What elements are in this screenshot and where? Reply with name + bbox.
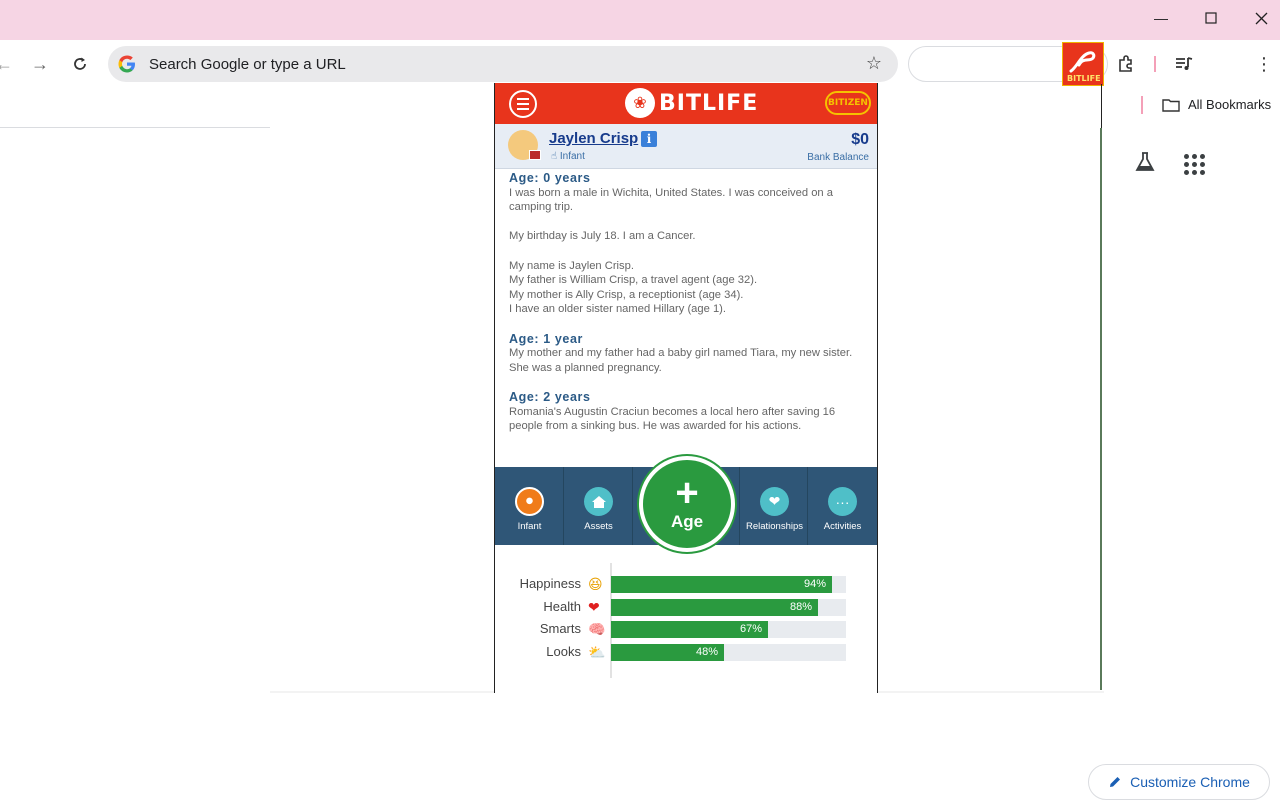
log-entry: Romania's Augustin Craciun becomes a loc… [509,405,836,433]
media-queue-icon[interactable] [1172,52,1196,76]
stat-label: Looks [546,643,581,659]
stat-emoji-icon: ⛅ [588,643,606,660]
log-age-heading: Age: 1 year [509,331,583,346]
nav-infant-button[interactable]: ⚫ Infant [495,467,564,545]
log-entry: My name is Jaylen Crisp. My father is Wi… [509,259,758,316]
all-bookmarks-button[interactable]: All Bookmarks [1162,97,1271,112]
stat-row-happiness: Happiness 😆 94% [495,573,877,595]
stat-percent: 48% [695,645,718,658]
log-age-heading: Age: 0 years [509,171,591,185]
plus-icon: + [675,471,699,515]
log-entry: My birthday is July 18. I am a Cancer. [509,230,696,243]
folder-icon [1162,98,1180,112]
reload-icon[interactable] [68,52,92,76]
age-button[interactable]: + Age [639,456,735,552]
customize-chrome-label: Customize Chrome [1130,774,1250,790]
log-spacer [509,244,865,259]
pencil-icon [1110,777,1121,787]
baby-icon: ⚫ [515,487,544,516]
house-icon [584,487,613,516]
age-button-label: Age [670,512,704,531]
bitlife-header: ❀ BITLIFE BITIZEN [495,83,877,124]
kebab-menu-icon[interactable]: ⋮ [1252,52,1276,76]
baby-avatar-icon [508,130,541,160]
panel-edge [1101,84,1102,128]
nav-relationships-label: Relationships [745,521,804,532]
bitlife-extension-label: BITLIFE [1067,74,1101,83]
log-spacer [509,215,865,230]
stats-panel: Happiness 😆 94% Health ❤ 88% Smarts 🧠 67% Looks ⛅ 4… [495,563,877,685]
log-entry: I was born a male in Wichita, United Sta… [509,186,833,214]
stat-emoji-icon: ❤ [588,598,600,615]
stat-bar-track: 67% [611,621,846,638]
bitlife-logo: ❀ BITLIFE [625,88,758,118]
bitizen-badge[interactable]: BITIZEN [825,91,871,115]
bookmarks-bar-divider [0,127,270,128]
extensions-puzzle-icon[interactable] [1114,52,1138,76]
bitlife-extension-icon[interactable]: BITLIFE [1062,42,1104,86]
nav-assets-label: Assets [584,521,613,532]
forward-icon[interactable]: → [28,52,52,76]
heart-icon: ❤ [760,487,789,516]
minimize-icon[interactable]: — [1138,0,1184,36]
stat-bar-fill: 88% [611,598,818,616]
bank-balance-label: Bank Balance [807,152,869,163]
stat-emoji-icon: 🧠 [588,621,606,637]
stat-emoji-icon: 😆 [588,576,603,592]
info-icon[interactable]: i [641,131,657,147]
stat-row-health: Health ❤ 88% [495,596,877,618]
labs-flask-icon[interactable] [1133,150,1157,180]
browser-window: — ← → Search Google or type a URL ☆ BITL… [0,0,1280,800]
customize-chrome-button[interactable]: Customize Chrome [1088,764,1270,800]
bitlife-popup: ❀ BITLIFE BITIZEN Jaylen Crisp i ☝ Infan… [494,83,878,693]
character-bar: Jaylen Crisp i ☝ Infant $0 Bank Balance [495,124,877,169]
maximize-icon[interactable] [1188,0,1234,36]
stat-bar-fill: 67% [611,621,768,638]
all-bookmarks-label: All Bookmarks [1188,97,1272,112]
google-icon [118,55,135,73]
hamburger-menu-icon[interactable] [509,90,537,118]
character-stage: ☝ Infant [551,151,585,162]
nav-relationships-button[interactable]: ❤ Relationships [739,467,808,545]
log-spacer [509,375,865,390]
stat-bar-fill: 94% [611,576,832,593]
stat-label: Smarts [539,621,581,636]
bookmarks-separator [1141,96,1143,114]
title-bar: — [0,0,1280,40]
toolbar-separator [1154,56,1156,72]
omnibox-placeholder: Search Google or type a URL [149,56,346,73]
bitlife-logo-text: BITLIFE [659,90,759,116]
log-age-heading: Age: 2 years [509,389,591,404]
bank-balance-amount: $0 [851,131,869,148]
life-log[interactable]: Age: 0 years I was born a male in Wichita… [509,171,865,467]
stat-percent: 88% [789,600,812,613]
stat-bar-track: 94% [611,576,846,593]
character-stage-label: Infant [559,151,585,162]
stat-percent: 67% [739,623,762,635]
stat-bar-track: 48% [611,643,846,661]
back-icon[interactable]: ← [0,52,16,76]
nav-activities-button[interactable]: ··· Activities [808,467,877,545]
stat-label: Health [543,598,581,614]
character-name[interactable]: Jaylen Crisp [549,130,638,147]
stat-row-looks: Looks ⛅ 48% [495,641,877,663]
stat-row-smarts: Smarts 🧠 67% [495,618,877,640]
stat-percent: 94% [803,578,826,590]
ellipsis-icon: ··· [828,487,857,516]
panel-border [1100,128,1102,690]
nav-activities-label: Activities [823,521,862,532]
nav-assets-button[interactable]: Assets [564,467,633,545]
log-spacer [509,317,865,332]
sperm-logo-icon: ❀ [625,88,655,118]
omnibox[interactable]: Search Google or type a URL ☆ [108,46,898,82]
close-icon[interactable] [1238,0,1280,36]
stat-bar-track: 88% [611,598,846,616]
nav-infant-label: Infant [517,521,542,532]
stat-label: Happiness [519,576,581,591]
log-entry: My mother and my father had a baby girl … [509,347,853,374]
bookmark-star-icon[interactable]: ☆ [866,53,882,74]
stat-bar-fill: 48% [611,643,724,661]
